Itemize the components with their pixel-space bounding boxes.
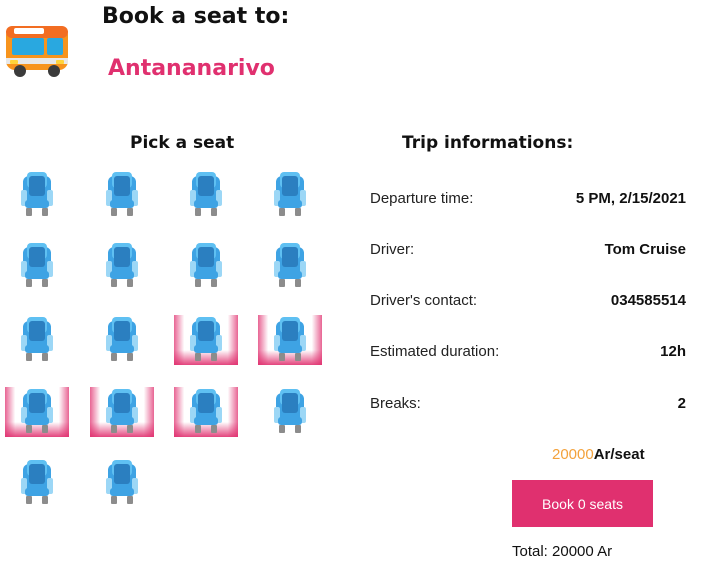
- info-row-duration: Estimated duration: 12h: [370, 343, 686, 365]
- seat-icon: [274, 172, 306, 216]
- seat-6[interactable]: [90, 241, 154, 291]
- seat-icon: [190, 172, 222, 216]
- destination-name: Antananarivo: [108, 56, 275, 81]
- seat-7[interactable]: [174, 241, 238, 291]
- seat-13[interactable]: [5, 387, 69, 437]
- seat-icon: [190, 243, 222, 287]
- seat-icon: [106, 460, 138, 504]
- seat-1[interactable]: [5, 170, 69, 220]
- seat-10[interactable]: [90, 315, 154, 365]
- seat-12[interactable]: [258, 315, 322, 365]
- seat-16[interactable]: [258, 387, 322, 437]
- bus-icon: [6, 26, 68, 77]
- info-row-driver: Driver: Tom Cruise: [370, 241, 686, 263]
- seat-8[interactable]: [258, 241, 322, 291]
- info-label: Breaks:: [370, 395, 421, 412]
- seat-2[interactable]: [90, 170, 154, 220]
- seat-icon: [274, 317, 306, 361]
- seat-15[interactable]: [174, 387, 238, 437]
- info-value: Tom Cruise: [604, 241, 686, 258]
- seat-11[interactable]: [174, 315, 238, 365]
- page-title: Book a seat to:: [102, 4, 290, 29]
- seat-5[interactable]: [5, 241, 69, 291]
- seat-icon: [106, 172, 138, 216]
- seat-icon: [21, 317, 53, 361]
- info-value: 12h: [660, 343, 686, 360]
- info-label: Driver:: [370, 241, 415, 258]
- seat-4[interactable]: [258, 170, 322, 220]
- info-row-breaks: Breaks: 2: [370, 395, 686, 417]
- info-label: Estimated duration:: [370, 343, 500, 360]
- seat-icon: [190, 317, 222, 361]
- price-unit: Ar/seat: [593, 446, 645, 463]
- info-row-contact: Driver's contact: 034585514: [370, 292, 686, 314]
- seat-icon: [21, 172, 53, 216]
- seat-icon: [106, 317, 138, 361]
- seat-17[interactable]: [5, 458, 69, 508]
- seat-icon: [106, 243, 138, 287]
- seat-18[interactable]: [90, 458, 154, 508]
- seat-icon: [21, 243, 53, 287]
- info-value: 2: [677, 395, 686, 412]
- seat-icon: [21, 460, 53, 504]
- trip-info-title: Trip informations:: [402, 133, 574, 153]
- seat-icon: [274, 243, 306, 287]
- info-label: Departure time:: [370, 190, 474, 207]
- seat-icon: [106, 389, 138, 433]
- info-row-departure: Departure time: 5 PM, 2/15/2021: [370, 190, 686, 212]
- info-value: 034585514: [610, 292, 686, 309]
- book-seats-button[interactable]: Book 0 seats: [512, 480, 653, 527]
- info-value: 5 PM, 2/15/2021: [575, 190, 686, 207]
- info-label: Driver's contact:: [370, 292, 478, 309]
- seat-icon: [21, 389, 53, 433]
- seat-picker-title: Pick a seat: [130, 133, 235, 153]
- total-price: Total: 20000 Ar: [512, 543, 613, 560]
- seat-icon: [190, 389, 222, 433]
- price-amount: 20000: [552, 446, 594, 463]
- seat-3[interactable]: [174, 170, 238, 220]
- seat-price: 20000Ar/seat: [552, 446, 645, 463]
- seat-14[interactable]: [90, 387, 154, 437]
- seat-9[interactable]: [5, 315, 69, 365]
- seat-icon: [274, 389, 306, 433]
